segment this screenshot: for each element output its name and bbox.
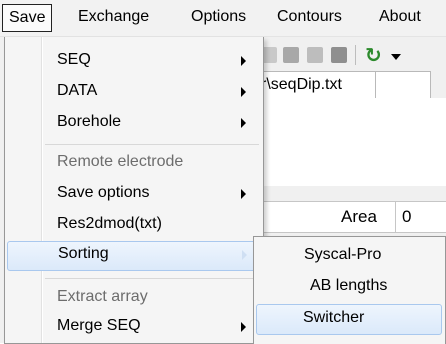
area-value: 0 <box>402 207 412 226</box>
menu-about[interactable]: About <box>379 5 421 29</box>
menu-item-remote-electrode: Remote electrode <box>7 149 259 179</box>
menu-bar: Save Exchange Options Contours About <box>0 0 446 37</box>
submenu-arrow-icon <box>241 118 246 128</box>
submenu-item-syscal-pro[interactable]: Syscal-Pro <box>256 241 442 272</box>
toolbar-stop-icon[interactable] <box>331 47 347 63</box>
submenu-item-label: Switcher <box>303 309 365 326</box>
refresh-icon[interactable]: ↻ <box>365 43 382 68</box>
file-path-text: r\seqDip.txt <box>261 76 342 93</box>
menu-separator <box>45 278 259 279</box>
submenu-arrow-icon <box>241 322 246 332</box>
area-row: Area 0 <box>255 201 446 233</box>
submenu-arrow-icon <box>241 87 246 97</box>
menu-item-label: Save options <box>57 184 150 201</box>
menu-options[interactable]: Options <box>191 5 246 29</box>
menu-item-label: Remote electrode <box>57 153 184 170</box>
menu-item-borehole[interactable]: Borehole <box>7 109 259 139</box>
menu-item-label: Res2dmod(txt) <box>57 215 162 232</box>
menu-item-seq[interactable]: SEQ <box>7 47 259 77</box>
menu-item-label: Borehole <box>57 113 122 130</box>
menu-item-label: DATA <box>57 82 98 99</box>
content-panel <box>255 98 446 186</box>
area-label: Area <box>341 207 377 226</box>
toolbar-time-icon[interactable] <box>307 47 323 63</box>
submenu-item-label: AB lengths <box>310 277 388 294</box>
submenu-item-label: Syscal-Pro <box>304 246 382 263</box>
menu-item-extract-array: Extract array <box>7 284 259 314</box>
toolbar: ↻ <box>255 37 446 67</box>
submenu-item-ab-lengths[interactable]: AB lengths <box>256 272 442 303</box>
menu-item-sorting[interactable]: Sorting <box>7 241 259 271</box>
menu-item-label: SEQ <box>57 51 91 68</box>
submenu-item-switcher[interactable]: Switcher <box>256 304 442 335</box>
menu-contours[interactable]: Contours <box>277 5 342 29</box>
file-path-field[interactable]: r\seqDip.txt <box>255 71 431 100</box>
submenu-arrow-icon <box>242 250 247 260</box>
sorting-submenu: Syscal-Pro AB lengths Switcher <box>253 236 446 344</box>
menu-item-label: Extract array <box>57 288 148 305</box>
menu-item-res2dmod[interactable]: Res2dmod(txt) <box>7 211 259 241</box>
menu-exchange[interactable]: Exchange <box>78 5 149 29</box>
menu-item-label: Merge SEQ <box>57 317 141 334</box>
area-input[interactable]: 0 <box>395 202 446 232</box>
menu-save[interactable]: Save <box>2 4 53 32</box>
submenu-arrow-icon <box>241 189 246 199</box>
submenu-arrow-icon <box>241 56 246 66</box>
toolbar-settings-icon[interactable] <box>283 47 299 63</box>
menu-item-label: Sorting <box>58 245 109 262</box>
path-field-divider <box>375 72 376 99</box>
dropdown-arrow-icon[interactable] <box>391 54 401 60</box>
menu-item-data[interactable]: DATA <box>7 78 259 108</box>
menu-separator <box>45 144 259 145</box>
toolbar-separator <box>355 45 356 65</box>
menu-item-merge-seq[interactable]: Merge SEQ <box>7 313 259 343</box>
menu-item-save-options[interactable]: Save options <box>7 180 259 210</box>
save-menu-dropdown: SEQ DATA Borehole Remote electrode Save … <box>4 37 264 344</box>
